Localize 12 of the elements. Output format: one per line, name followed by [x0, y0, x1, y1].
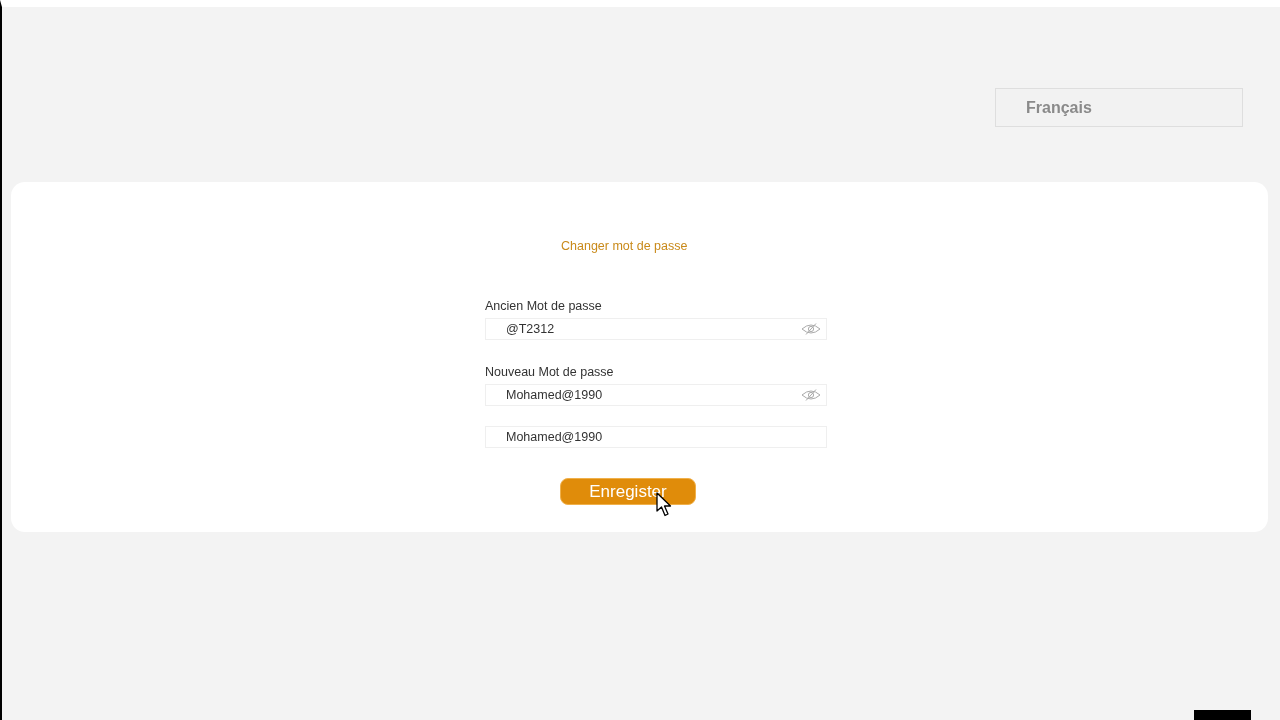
- dark-block: [1194, 710, 1251, 720]
- form-title: Changer mot de passe: [561, 239, 689, 254]
- eye-slash-icon[interactable]: [801, 389, 821, 401]
- password-field[interactable]: Mohamed@1990: [485, 426, 827, 448]
- password-field[interactable]: @T2312: [485, 318, 827, 340]
- eye-slash-icon[interactable]: [801, 323, 821, 335]
- field-value: @T2312: [506, 321, 555, 337]
- field-value: Mohamed@1990: [506, 387, 603, 403]
- password-field[interactable]: Mohamed@1990: [485, 384, 827, 406]
- field-label: Ancien Mot de passe: [485, 298, 603, 314]
- field-value: Mohamed@1990: [506, 429, 603, 445]
- field-label: Nouveau Mot de passe: [485, 364, 615, 380]
